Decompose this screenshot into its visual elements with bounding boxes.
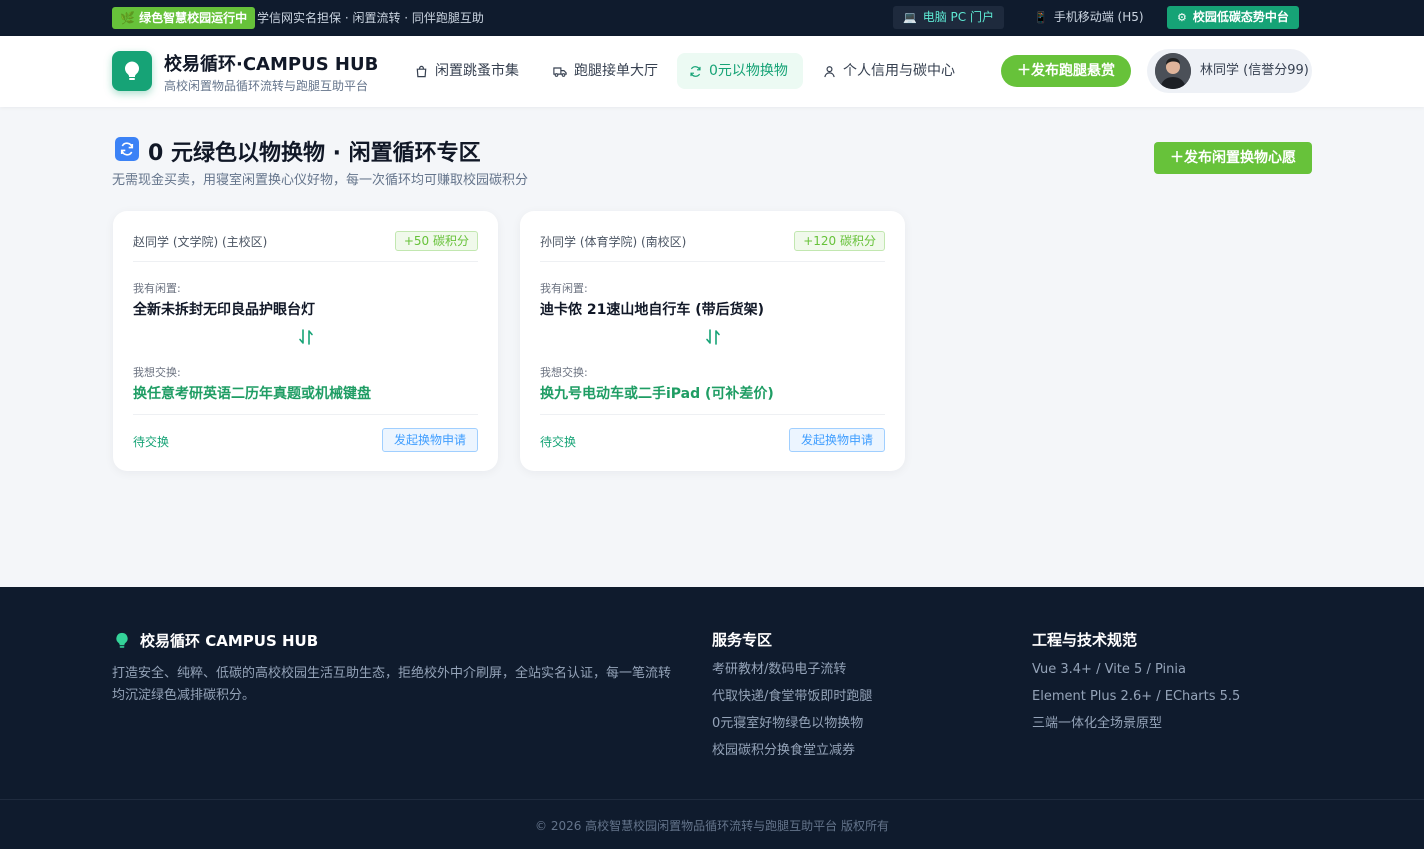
footer-services-title: 服务专区 bbox=[712, 631, 773, 649]
page-title: 0 元绿色以物换物 · 闲置循环专区 bbox=[148, 141, 481, 166]
shopping-bag-icon bbox=[415, 65, 428, 78]
footer-service-link[interactable]: 校园碳积分换食堂立减券 bbox=[712, 742, 872, 769]
user-profile-chip[interactable]: 林同学 (信誉分99) bbox=[1147, 49, 1312, 93]
status-text: 待交换 bbox=[133, 435, 170, 449]
barter-card: 赵同学 (文学院) (主校区) +50 碳积分 我有闲置: 全新未拆封无印良品护… bbox=[113, 211, 498, 471]
lightbulb-icon bbox=[125, 61, 139, 80]
want-label: 我想交换: bbox=[133, 366, 181, 379]
copyright: © 2026 高校智慧校园闲置物品循环流转与跑腿互助平台 版权所有 bbox=[535, 819, 889, 833]
user-name: 林同学 (信誉分99) bbox=[1200, 63, 1309, 78]
nav-credit-center[interactable]: 个人信用与碳中心 bbox=[811, 53, 967, 89]
user-icon bbox=[823, 65, 836, 78]
barter-apply-button[interactable]: 发起换物申请 bbox=[381, 428, 478, 452]
footer-tech-item: 三端一体化全场景原型 bbox=[1032, 716, 1163, 731]
main-header: 校易循环·CAMPUS HUB 高校闲置物品循环流转与跑腿互助平台 闲置跳蚤市集… bbox=[0, 36, 1424, 107]
lightbulb-icon bbox=[113, 630, 131, 650]
card-owner: 赵同学 (文学院) (主校区) bbox=[133, 235, 268, 249]
truck-icon bbox=[553, 65, 567, 78]
divider bbox=[133, 261, 478, 262]
running-status-badge: 🌿 绿色智慧校园运行中 bbox=[112, 7, 256, 29]
logo[interactable] bbox=[112, 51, 152, 91]
footer-tech-item: Vue 3.4+ / Vite 5 / Pinia bbox=[1032, 662, 1186, 677]
divider bbox=[133, 414, 478, 415]
brand-title: 校易循环·CAMPUS HUB bbox=[164, 54, 379, 75]
status-text: 待交换 bbox=[540, 435, 577, 449]
mobile-portal-link[interactable]: 📱 手机移动端 (H5) bbox=[1024, 6, 1154, 29]
carbon-center-link[interactable]: ⚙ 校园低碳态势中台 bbox=[1167, 6, 1299, 29]
footer: 校易循环 CAMPUS HUB 打造安全、纯粹、低碳的高校校园生活互助生态，拒绝… bbox=[0, 587, 1424, 849]
refresh-icon bbox=[689, 65, 702, 78]
post-errand-button[interactable]: ＋发布跑腿悬赏 bbox=[1001, 55, 1131, 87]
card-owner: 孙同学 (体育学院) (南校区) bbox=[540, 235, 687, 249]
post-barter-wish-button[interactable]: ＋发布闲置换物心愿 bbox=[1154, 142, 1312, 174]
footer-tech-item: Element Plus 2.6+ / ECharts 5.5 bbox=[1032, 689, 1241, 704]
want-item: 换九号电动车或二手iPad (可补差价) bbox=[540, 386, 774, 402]
swap-vertical-icon bbox=[295, 326, 317, 348]
page-subtitle: 无需现金买卖，用寝室闲置换心仪好物，每一次循环均可赚取校园碳积分 bbox=[112, 173, 529, 188]
footer-tech-title: 工程与技术规范 bbox=[1032, 631, 1138, 649]
footer-description: 打造安全、纯粹、低碳的高校校园生活互助生态，拒绝校外中介刷屏，全站实名认证，每一… bbox=[112, 666, 672, 703]
footer-divider bbox=[0, 799, 1424, 800]
footer-service-link[interactable]: 考研教材/数码电子流转 bbox=[712, 661, 872, 688]
divider bbox=[540, 261, 885, 262]
divider bbox=[540, 414, 885, 415]
pc-portal-link[interactable]: 💻 电脑 PC 门户 bbox=[893, 6, 1004, 29]
avatar[interactable] bbox=[1155, 53, 1191, 89]
want-label: 我想交换: bbox=[540, 366, 588, 379]
have-item: 全新未拆封无印良品护眼台灯 bbox=[133, 302, 315, 318]
footer-services-list: 考研教材/数码电子流转 代取快递/食堂带饭即时跑腿 0元寝室好物绿色以物换物 校… bbox=[712, 661, 872, 769]
want-item: 换任意考研英语二历年真题或机械键盘 bbox=[133, 386, 371, 402]
gear-icon: ⚙ bbox=[1177, 11, 1187, 24]
nav-flea-market[interactable]: 闲置跳蚤市集 bbox=[403, 53, 531, 89]
top-bar: 🌿 绿色智慧校园运行中 学信网实名担保 · 闲置流转 · 同伴跑腿互助 💻 电脑 … bbox=[0, 0, 1424, 36]
carbon-points-badge: +50 碳积分 bbox=[394, 231, 478, 251]
laptop-icon: 💻 bbox=[903, 11, 917, 24]
have-item: 迪卡侬 21速山地自行车 (带后货架) bbox=[540, 302, 765, 318]
nav-barter[interactable]: 0元以物换物 bbox=[677, 53, 803, 89]
have-label: 我有闲置: bbox=[540, 282, 588, 295]
barter-card: 孙同学 (体育学院) (南校区) +120 碳积分 我有闲置: 迪卡侬 21速山… bbox=[520, 211, 905, 471]
brand-subtitle: 高校闲置物品循环流转与跑腿互助平台 bbox=[164, 79, 369, 93]
barter-apply-button[interactable]: 发起换物申请 bbox=[788, 428, 885, 452]
phone-icon: 📱 bbox=[1034, 11, 1048, 24]
nav-errand-hall[interactable]: 跑腿接单大厅 bbox=[541, 53, 670, 89]
carbon-points-badge: +120 碳积分 bbox=[794, 231, 885, 251]
footer-tech-list: Vue 3.4+ / Vite 5 / Pinia Element Plus 2… bbox=[1032, 661, 1240, 742]
have-label: 我有闲置: bbox=[133, 282, 181, 295]
footer-brand: 校易循环 CAMPUS HUB bbox=[140, 632, 319, 650]
sprout-icon: 🌿 bbox=[120, 11, 135, 25]
topbar-tagline: 学信网实名担保 · 闲置流转 · 同伴跑腿互助 bbox=[257, 11, 484, 25]
footer-service-link[interactable]: 代取快递/食堂带饭即时跑腿 bbox=[712, 688, 872, 715]
footer-service-link[interactable]: 0元寝室好物绿色以物换物 bbox=[712, 715, 872, 742]
swap-arrows-icon bbox=[115, 137, 139, 161]
swap-vertical-icon bbox=[702, 326, 724, 348]
